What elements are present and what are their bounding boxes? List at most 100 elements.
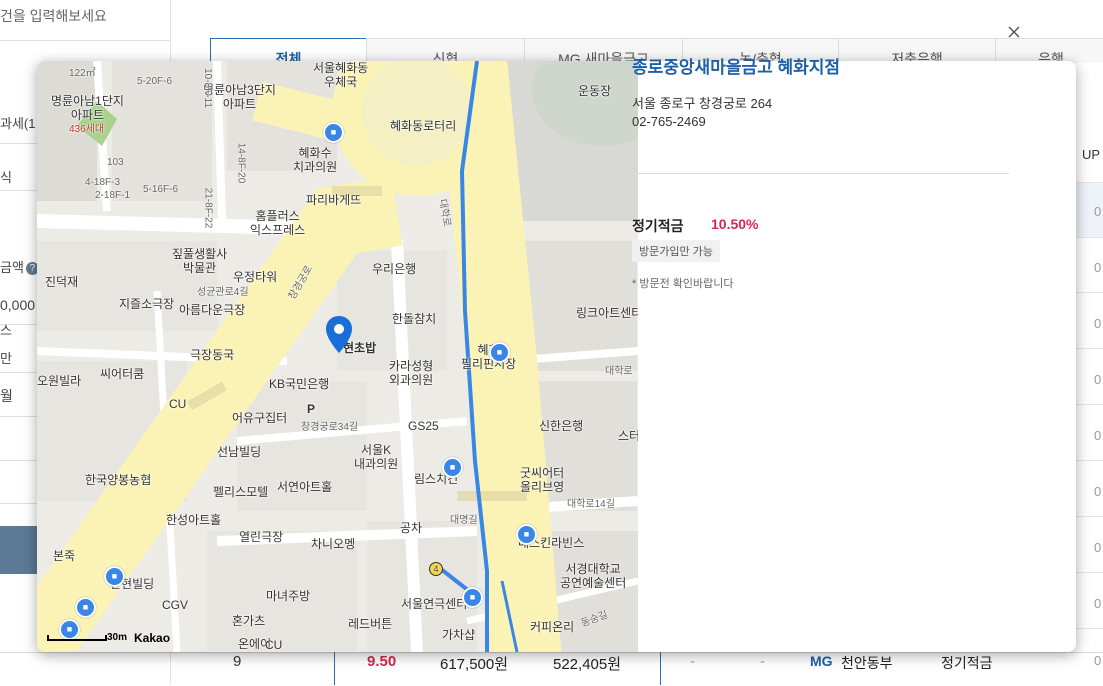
map-label: 436세대 — [69, 124, 105, 135]
branch-phone[interactable]: 02-765-2469 — [632, 114, 706, 129]
bus-stop-icon[interactable]: ■ — [489, 342, 510, 363]
map-label: 명륜아남3단지 아파트 — [203, 83, 276, 111]
map-label: 본죽 — [53, 549, 76, 563]
row-cell: 0 — [1094, 260, 1102, 275]
tab-credit-union[interactable]: 신협 — [366, 38, 525, 63]
map-label: 가차샵 — [442, 628, 476, 642]
bus-stop-icon[interactable]: ■ — [75, 597, 96, 618]
map-label: 열린극장 — [239, 530, 284, 544]
road-label: 대명길 — [450, 515, 478, 526]
branch-title: 종로중앙새마을금고 혜화지점 — [632, 58, 841, 77]
bank-name-cell: 천안동부 — [841, 655, 893, 671]
scale-label: 30m — [107, 632, 128, 643]
map-label: 14-8F-20 — [235, 142, 247, 184]
map-label: 차니오멩 — [311, 537, 356, 551]
map-label: GS25 — [408, 419, 439, 433]
bus-stop-icon[interactable]: ■ — [516, 524, 537, 545]
filter-fragment: 스 — [0, 323, 12, 338]
map-label: 122㎡ — [69, 68, 96, 79]
filter-fragment: 과세(1 — [0, 116, 36, 131]
map-label: 오원빌라 — [37, 374, 82, 388]
map-label: 지즐소극장 — [119, 297, 175, 311]
bus-stop-icon[interactable]: ■ — [104, 566, 125, 587]
map-label: 운동장 — [578, 84, 612, 98]
map-label: 서울K 내과의원 — [354, 443, 399, 471]
divider — [0, 40, 170, 41]
map-label: 커피온리 — [530, 620, 575, 634]
amount-cell: 617,500원 — [440, 656, 509, 673]
map-label: 혜화수 치과의원 — [293, 146, 338, 174]
highlight-column-border — [660, 652, 661, 685]
map-label: CU — [169, 397, 187, 411]
product-name: 정기적금 — [632, 218, 684, 234]
parking-icon: P — [307, 402, 316, 416]
map-label: 카라성형 외과의원 — [389, 359, 434, 387]
map-label: 103 — [107, 157, 124, 168]
row-cell: 0 — [1094, 484, 1102, 499]
map-label: 혼가츠 — [232, 614, 266, 628]
visit-note: * 방문전 확인바랍니다 — [632, 278, 734, 290]
map-label: 서연아트홀 — [277, 480, 333, 494]
kakao-logo: Kakao — [134, 631, 171, 645]
map-label: 서울연극센터 — [401, 597, 468, 611]
scale-bar — [47, 635, 107, 641]
map-label: 2-18F-1 — [95, 190, 131, 201]
map-label: 링크아트센터 — [576, 306, 638, 320]
tab-bank[interactable]: 은행 — [995, 38, 1103, 63]
map-label: 우정타워 — [233, 270, 278, 284]
tab-all[interactable]: 전체 — [210, 38, 367, 63]
row-cell: 0 — [1094, 653, 1102, 668]
product-rate: 10.50% — [711, 216, 759, 232]
close-icon[interactable] — [1006, 24, 1022, 40]
search-button[interactable] — [0, 526, 40, 574]
row-cell: 0 — [1094, 372, 1102, 387]
map-label: 펠리스모텔 — [213, 485, 269, 499]
row-cell: 0 — [1094, 204, 1102, 219]
map-label: 씨어터쿰 — [100, 367, 145, 381]
bus-stop-icon[interactable]: ■ — [462, 587, 483, 608]
tab-savings-bank[interactable]: 저축은행 — [838, 38, 996, 63]
map-label: 굿씨어터 올리브영 — [520, 466, 565, 494]
map-label: 혜화동로터리 — [390, 119, 457, 133]
filter-fragment: 만 — [0, 351, 12, 366]
bus-stop-icon[interactable]: ■ — [323, 122, 344, 143]
amount-value: 0,000 — [0, 297, 36, 313]
bus-stop-icon[interactable]: ■ — [442, 457, 463, 478]
dash-cell: - — [760, 653, 765, 670]
branch-details — [638, 61, 1076, 652]
table-row[interactable]: 9 9.50 617,500원 522,405원 - - MG 천안동부 정기적… — [0, 652, 1103, 686]
map-label: 한성아트홀 — [166, 513, 222, 527]
row-cell: 0 — [1094, 596, 1102, 611]
map-label: 홈플러스 익스프레스 — [250, 209, 306, 237]
branch-map[interactable]: 명륜아남1단지 아파트 436세대 5-20F-6 명륜아남3단지 아파트 혜화수 치… — [37, 61, 638, 652]
column-header: UP — [1082, 147, 1101, 162]
map-label: 공차 — [400, 521, 423, 535]
map-label: 서울혜화동 우체국 — [313, 61, 369, 89]
period-select[interactable]: 월 — [0, 386, 13, 406]
map-label: CU — [265, 638, 283, 652]
map-label: 5-16F-6 — [143, 184, 179, 195]
map-label: 파리바게뜨 — [306, 193, 362, 207]
route-number-icon: 4 — [429, 562, 443, 576]
map-label: 어유구집터 — [232, 411, 288, 425]
map-label: 10-8F-11 — [201, 68, 213, 108]
map-label: 레드버튼 — [348, 617, 393, 631]
search-input[interactable]: 건을 입력해보세요 — [0, 6, 107, 26]
rank-cell: 9 — [233, 653, 242, 670]
highlight-column-border — [334, 652, 335, 685]
map-label: 한돌참치 — [392, 312, 437, 326]
branch-info-modal: 명륜아남1단지 아파트 436세대 5-20F-6 명륜아남3단지 아파트 혜화수 치… — [37, 61, 1076, 652]
map-label: CGV — [162, 598, 189, 612]
amount-cell: 522,405원 — [553, 656, 622, 673]
map-label: 서경대학교 공연예술센터 — [560, 562, 627, 590]
map-label: 한국양봉농협 — [85, 473, 152, 487]
visit-only-badge: 방문가입만 가능 — [632, 240, 720, 262]
row-cell: 0 — [1094, 428, 1102, 443]
row-cell: 0 — [1094, 540, 1102, 555]
map-label: 명륜아남1단지 아파트 — [51, 94, 124, 122]
road-label: 대학로 — [605, 366, 633, 377]
map-label: 아름다운극장 — [179, 303, 246, 317]
location-pin-icon — [326, 316, 352, 353]
map-background — [37, 61, 638, 652]
map-label: 진덕재 — [45, 275, 79, 289]
